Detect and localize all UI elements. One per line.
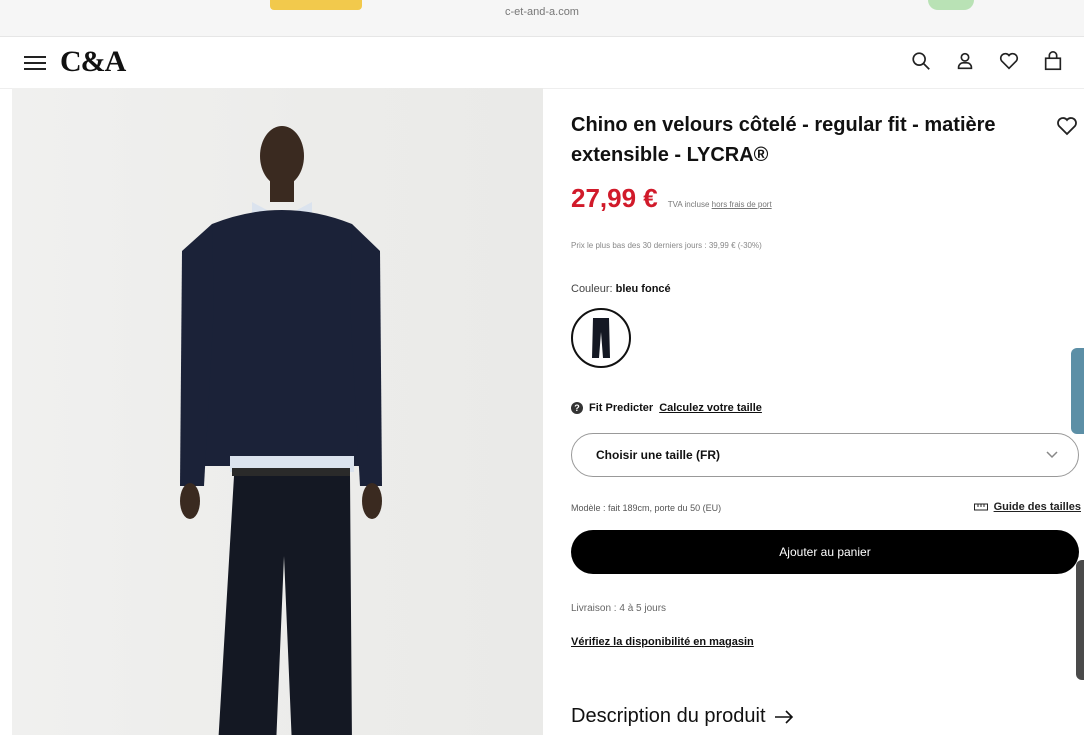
fit-link[interactable]: Calculez votre taille	[659, 402, 762, 414]
url-field[interactable]: c-et-and-a.com	[0, 6, 1084, 18]
arrow-right-icon	[774, 709, 793, 724]
lowest-price-note: Prix le plus bas des 30 derniers jours :…	[571, 241, 762, 250]
description-heading[interactable]: Description du produit	[571, 705, 794, 728]
color-swatch[interactable]	[571, 308, 631, 368]
header-actions	[910, 50, 1064, 72]
description-text: Description du produit	[571, 705, 766, 727]
model-info: Modèle : fait 189cm, porte du 50 (EU)	[571, 503, 722, 513]
tva-text: TVA incluse	[667, 200, 710, 209]
product-price: 27,99 €	[571, 183, 658, 213]
site-logo[interactable]: C&A	[60, 45, 126, 79]
price-row: 27,99 € TVA incluse hors frais de port	[571, 183, 772, 214]
add-to-cart-button[interactable]: Ajouter au panier	[571, 530, 1079, 574]
heart-icon[interactable]	[998, 50, 1020, 72]
site-header: C&A	[0, 36, 1084, 89]
product-image[interactable]	[12, 88, 543, 735]
model-info-row: Modèle : fait 189cm, porte du 50 (EU) Gu…	[571, 501, 1081, 513]
store-availability-link[interactable]: Vérifiez la disponibilité en magasin	[571, 636, 754, 648]
product-info: Chino en velours côtelé - regular fit - …	[571, 88, 1081, 735]
user-icon[interactable]	[954, 50, 976, 72]
info-icon: ?	[571, 402, 583, 414]
side-widget[interactable]	[1076, 560, 1084, 680]
chevron-down-icon	[1046, 451, 1058, 459]
fit-label: Fit Predicter	[589, 402, 654, 414]
hamburger-icon[interactable]	[24, 52, 46, 70]
product-title: Chino en velours côtelé - regular fit - …	[571, 114, 996, 166]
wishlist-heart-icon[interactable]	[1055, 114, 1079, 138]
delivery-info: Livraison : 4 à 5 jours	[571, 603, 667, 614]
search-icon[interactable]	[910, 50, 932, 72]
color-value: bleu foncé	[615, 283, 671, 295]
size-placeholder: Choisir une taille (FR)	[596, 448, 721, 462]
ruler-icon	[973, 503, 988, 511]
color-label-text: Couleur:	[571, 283, 613, 295]
browser-bar: c-et-and-a.com	[0, 0, 1084, 37]
tva-note: TVA incluse hors frais de port	[668, 200, 772, 209]
size-select[interactable]: Choisir une taille (FR)	[571, 433, 1079, 477]
status-pill	[928, 0, 974, 10]
trousers-icon	[592, 318, 610, 358]
model-figure	[180, 126, 382, 735]
shipping-link[interactable]: hors frais de port	[712, 200, 772, 209]
size-guide-text: Guide des tailles	[993, 501, 1081, 513]
fit-predictor: ? Fit Predicter Calculez votre taille	[571, 402, 762, 414]
color-label: Couleur: bleu foncé	[571, 283, 671, 295]
swatch-image	[576, 313, 626, 363]
bag-icon[interactable]	[1042, 50, 1064, 72]
feedback-tab[interactable]	[1071, 348, 1084, 434]
size-guide-link[interactable]: Guide des tailles	[973, 501, 1081, 513]
